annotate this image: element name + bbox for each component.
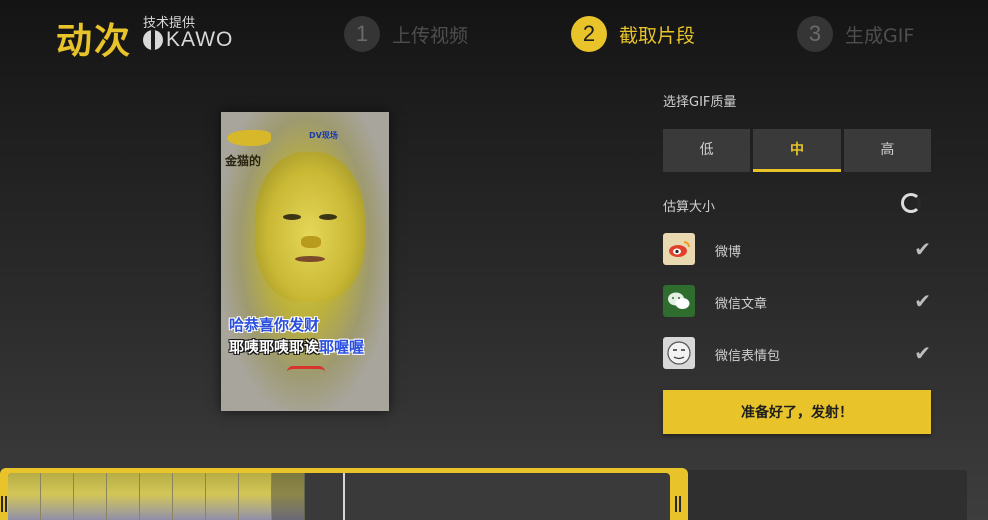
frame-thumbnail (140, 473, 173, 520)
lion-mouth (295, 256, 325, 262)
weibo-icon (663, 233, 695, 265)
subtitle-line-1: 哈恭喜你发财 (229, 316, 320, 334)
check-icon: ✔ (914, 289, 931, 313)
playhead[interactable] (343, 473, 345, 520)
frame-thumbnail (206, 473, 239, 520)
lion-face-image (255, 152, 365, 302)
frame-thumbnail (107, 473, 140, 520)
step-label: 截取片段 (619, 24, 696, 47)
cheetah-logo-icon (227, 130, 271, 146)
estimate-size-label: 估算大小 (663, 200, 716, 215)
platform-label: 微博 (715, 245, 742, 260)
timeline-strip[interactable] (8, 473, 670, 520)
video-preview[interactable]: 金猫的 DV现场 哈恭喜你发财 耶咦耶咦耶诶耶喔喔 (221, 112, 389, 411)
step-number: 2 (571, 16, 607, 52)
check-icon: ✔ (914, 237, 931, 261)
quality-low-button[interactable]: 低 (663, 129, 751, 172)
kawo-logo: KAWO (143, 28, 233, 52)
step-clip[interactable]: 2 截取片段 (571, 16, 695, 52)
quality-selector: 低 中 高 (663, 129, 931, 172)
trim-handle-right[interactable] (675, 496, 681, 512)
sticker-face-icon (663, 337, 695, 369)
kawo-mark-icon (143, 30, 163, 50)
frame-thumbnail (8, 473, 41, 520)
tv-station-logo: DV现场 (309, 131, 338, 140)
step-generate[interactable]: 3 生成GIF (797, 16, 914, 52)
subtitle-white-part: 耶咦耶咦耶诶 (229, 338, 320, 356)
frame-thumbnail (272, 473, 305, 520)
trim-handle-left[interactable] (1, 496, 7, 512)
frame-thumbnail (41, 473, 74, 520)
step-number: 3 (797, 16, 833, 52)
wechat-icon (663, 285, 695, 317)
step-label: 生成GIF (845, 24, 915, 47)
quality-medium-button[interactable]: 中 (753, 129, 841, 172)
quality-title: 选择GIF质量 (663, 95, 737, 110)
platform-wechat-article[interactable]: 微信文章 ✔ (663, 285, 933, 317)
subtitle-line-2: 耶咦耶咦耶诶耶喔喔 (229, 336, 364, 357)
platform-label: 微信文章 (715, 297, 768, 312)
platform-wechat-sticker[interactable]: 微信表情包 ✔ (663, 337, 933, 369)
logo-text: 动次 (56, 21, 133, 62)
launch-button[interactable]: 准备好了，发射！ (663, 390, 931, 434)
step-label: 上传视频 (392, 24, 469, 47)
corner-logo-text: 金猫的 (225, 154, 262, 168)
step-number: 1 (344, 16, 380, 52)
check-icon: ✔ (914, 341, 931, 365)
quality-high-button[interactable]: 高 (843, 129, 931, 172)
loading-spinner-icon (901, 193, 921, 213)
kawo-text: KAWO (166, 28, 234, 51)
lion-eye (283, 214, 301, 220)
subtitle-blue-part: 耶喔喔 (319, 338, 365, 356)
frame-thumbnail (74, 473, 107, 520)
frame-thumbnails (8, 473, 305, 520)
channel-logo-icon (287, 366, 325, 378)
lion-nose (301, 236, 321, 248)
platform-weibo[interactable]: 微博 ✔ (663, 233, 933, 265)
frame-thumbnail (239, 473, 272, 520)
step-upload[interactable]: 1 上传视频 (344, 16, 468, 52)
lion-eye (319, 214, 337, 220)
frame-thumbnail (173, 473, 206, 520)
platform-label: 微信表情包 (715, 349, 781, 364)
